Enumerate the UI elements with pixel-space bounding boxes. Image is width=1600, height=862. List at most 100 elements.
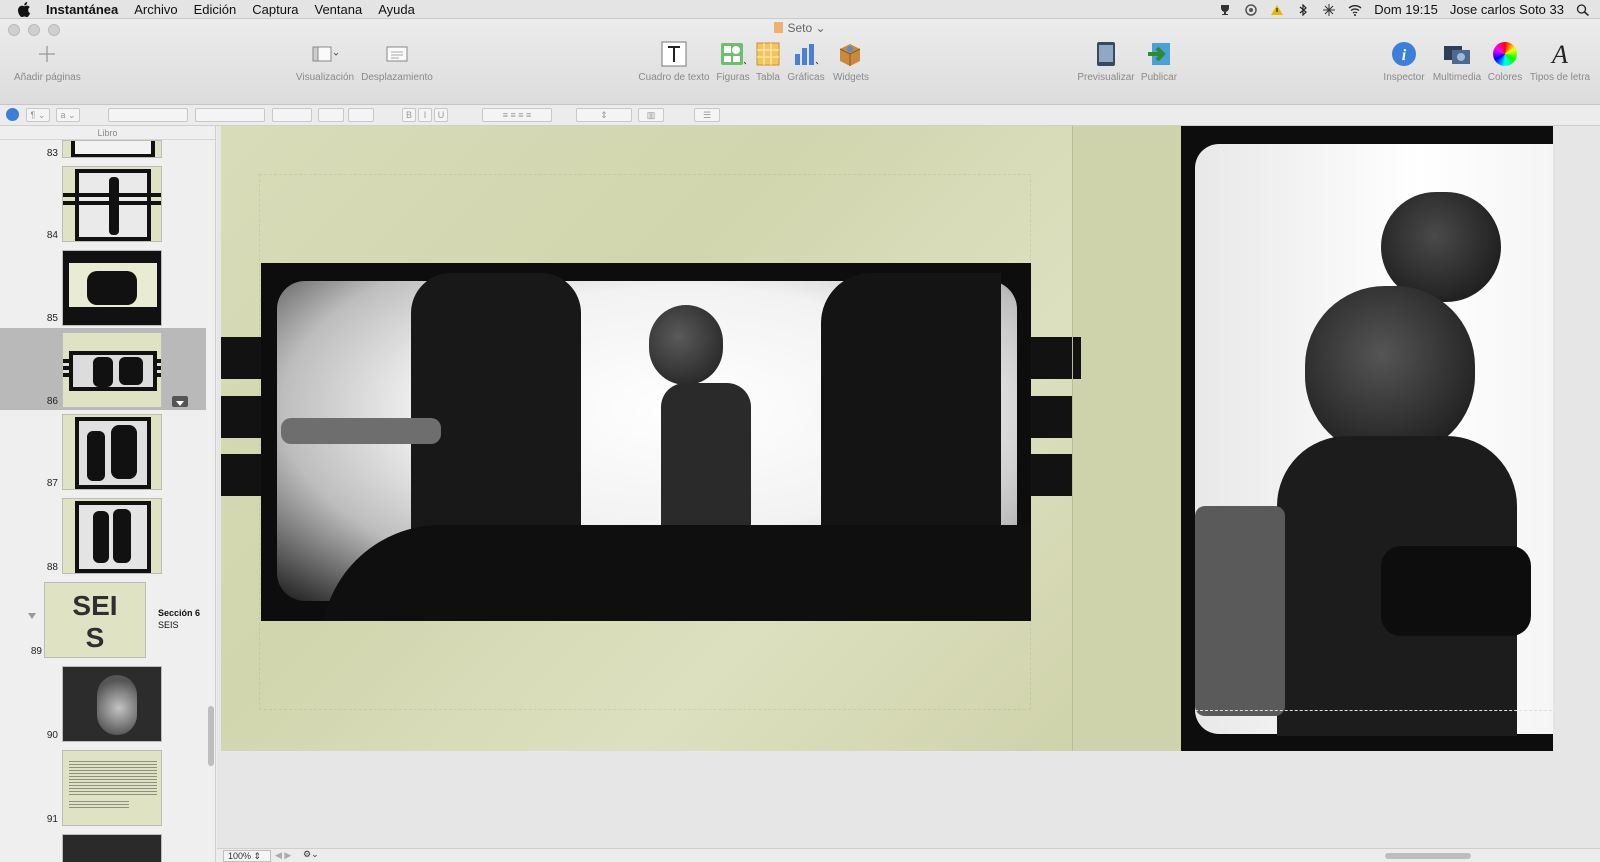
media-button[interactable]: Multimedia (1432, 39, 1482, 83)
disclosure-triangle-icon[interactable] (27, 612, 37, 620)
shapes-button[interactable]: Figuras (716, 39, 750, 83)
widgets-box-icon (836, 39, 866, 69)
font-family-select[interactable] (108, 108, 188, 122)
page-thumbnail[interactable] (62, 666, 162, 742)
font-size-select[interactable] (272, 108, 312, 122)
menu-edicion[interactable]: Edición (194, 2, 237, 17)
page-thumbnail-row[interactable] (0, 834, 206, 862)
styles-drawer-icon[interactable] (6, 108, 19, 121)
menu-ayuda[interactable]: Ayuda (378, 2, 415, 17)
page-thumbnail[interactable] (62, 332, 162, 408)
media-label: Multimedia (1432, 72, 1482, 83)
view-options-gear-icon[interactable]: ⚙⌄ (303, 849, 319, 860)
charts-button[interactable]: Gráficas (786, 39, 826, 83)
page-thumbnail[interactable] (62, 834, 162, 862)
text-icon (659, 39, 689, 69)
character-style-select[interactable]: a ⌄ (56, 108, 80, 122)
paragraph-style-select[interactable]: ¶ ⌄ (26, 108, 50, 122)
table-button[interactable]: Tabla (753, 39, 783, 83)
cloud-icon[interactable] (1244, 3, 1258, 16)
preview-button[interactable]: Previsualizar (1076, 39, 1136, 83)
character-style-label: a (60, 110, 66, 120)
page-thumbnail-row[interactable]: 88 (0, 498, 206, 580)
textbox-button[interactable]: Cuadro de texto (636, 39, 712, 83)
paragraph-style-label: ¶ (30, 110, 36, 120)
page-thumbnail[interactable] (62, 250, 162, 326)
format-bar: ¶ ⌄ a ⌄ B I U ≡ ≡ ≡ ≡ ⇕ ▥ ☰ (0, 105, 1600, 126)
menu-archivo[interactable]: Archivo (134, 2, 177, 17)
text-color-well[interactable] (318, 108, 344, 122)
section-thumb-text-1: SEI (72, 590, 118, 621)
sidebar-scrollbar[interactable] (208, 706, 214, 766)
menu-ventana[interactable]: Ventana (315, 2, 363, 17)
menu-captura[interactable]: Captura (252, 2, 298, 17)
italic-label: I (423, 110, 427, 120)
clock[interactable]: Dom 19:15 (1374, 2, 1438, 17)
main-photo[interactable] (261, 263, 1031, 621)
colors-button[interactable]: Colores (1486, 39, 1524, 83)
apple-menu-icon[interactable] (17, 1, 31, 17)
text-highlight-well[interactable] (348, 108, 374, 122)
user-name[interactable]: Jose carlos Soto 33 (1450, 2, 1564, 17)
inspector-label: Inspector (1383, 72, 1425, 83)
section-thumbnail[interactable]: SEI S (44, 582, 146, 658)
columns-select[interactable]: ▥ (638, 108, 664, 122)
document-canvas[interactable] (217, 126, 1600, 862)
page-thumbnail-row[interactable]: 84 (0, 166, 206, 250)
page-thumbnail[interactable] (62, 140, 162, 158)
page-thumbnail[interactable] (62, 498, 162, 574)
fonts-button[interactable]: A Tipos de letra (1528, 39, 1592, 83)
page-options-disclosure-icon[interactable] (172, 396, 188, 407)
page-thumbnail[interactable] (62, 414, 162, 490)
font-typeface-select[interactable] (195, 108, 265, 122)
page-thumbnail[interactable] (62, 166, 162, 242)
scroll-button[interactable]: Desplazamiento (360, 39, 434, 83)
bottom-status-bar: 100% ⇕ ◀ ▶ ⚙⌄ (217, 848, 1600, 862)
bluetooth-icon[interactable] (1296, 3, 1310, 16)
page-thumbnail-row[interactable]: 87 (0, 414, 206, 496)
view-button[interactable]: Visualización (294, 39, 356, 83)
menu-app-name[interactable]: Instantánea (46, 2, 118, 17)
line-spacing-select[interactable]: ⇕ (576, 108, 632, 122)
page-thumbnail-row[interactable]: 85 (0, 250, 206, 332)
warning-icon[interactable] (1270, 4, 1284, 16)
page-right[interactable] (1073, 126, 1553, 751)
underline-button[interactable]: U (434, 108, 448, 122)
right-photo[interactable] (1181, 126, 1553, 751)
document-title-text: Seto (787, 21, 813, 35)
page-thumbnail[interactable] (62, 750, 162, 826)
page-thumbnail-row-selected[interactable]: 86 (0, 328, 206, 410)
font-a-icon: A (1545, 39, 1575, 69)
horizontal-scrollbar[interactable] (1385, 853, 1471, 859)
trophy-icon[interactable] (1218, 4, 1232, 16)
title-bar: Seto ⌄ Añadir páginas Visualización Desp… (0, 19, 1600, 105)
charts-label: Gráficas (787, 72, 825, 83)
bold-button[interactable]: B (402, 108, 416, 122)
publish-button[interactable]: Publicar (1138, 39, 1180, 83)
info-icon: i (1389, 39, 1419, 69)
page-thumbnail-row[interactable]: 90 (0, 666, 206, 748)
spotlight-search-icon[interactable] (1576, 3, 1590, 16)
page-nav-arrows[interactable]: ◀ ▶ (275, 850, 291, 861)
zoom-select[interactable]: 100% ⇕ (223, 850, 271, 862)
page-number: 88 (46, 562, 58, 573)
page-thumbnail-row[interactable]: 83 (0, 140, 206, 166)
wifi-icon[interactable] (1348, 4, 1362, 16)
tablet-icon (1091, 39, 1121, 69)
add-pages-button[interactable]: Añadir páginas (14, 39, 81, 83)
widgets-button[interactable]: Widgets (830, 39, 872, 83)
list-style-select[interactable]: ☰ (694, 108, 720, 122)
document-title[interactable]: Seto ⌄ (0, 21, 1600, 35)
section-thumb-text-2: S (85, 622, 105, 653)
network-icon[interactable] (1322, 3, 1336, 16)
section-thumbnail-row[interactable]: SEI S Sección 6 SEIS 89 (0, 582, 206, 666)
view-layout-icon (310, 39, 340, 69)
app-window: Seto ⌄ Añadir páginas Visualización Desp… (0, 19, 1600, 862)
page-left[interactable] (221, 126, 1073, 751)
page-number: 89 (30, 646, 42, 657)
alignment-buttons[interactable]: ≡ ≡ ≡ ≡ (482, 108, 552, 122)
page-thumbnail-row[interactable]: 91 (0, 750, 206, 832)
svg-text:i: i (1402, 47, 1407, 64)
italic-button[interactable]: I (418, 108, 432, 122)
inspector-button[interactable]: i Inspector (1382, 39, 1426, 83)
